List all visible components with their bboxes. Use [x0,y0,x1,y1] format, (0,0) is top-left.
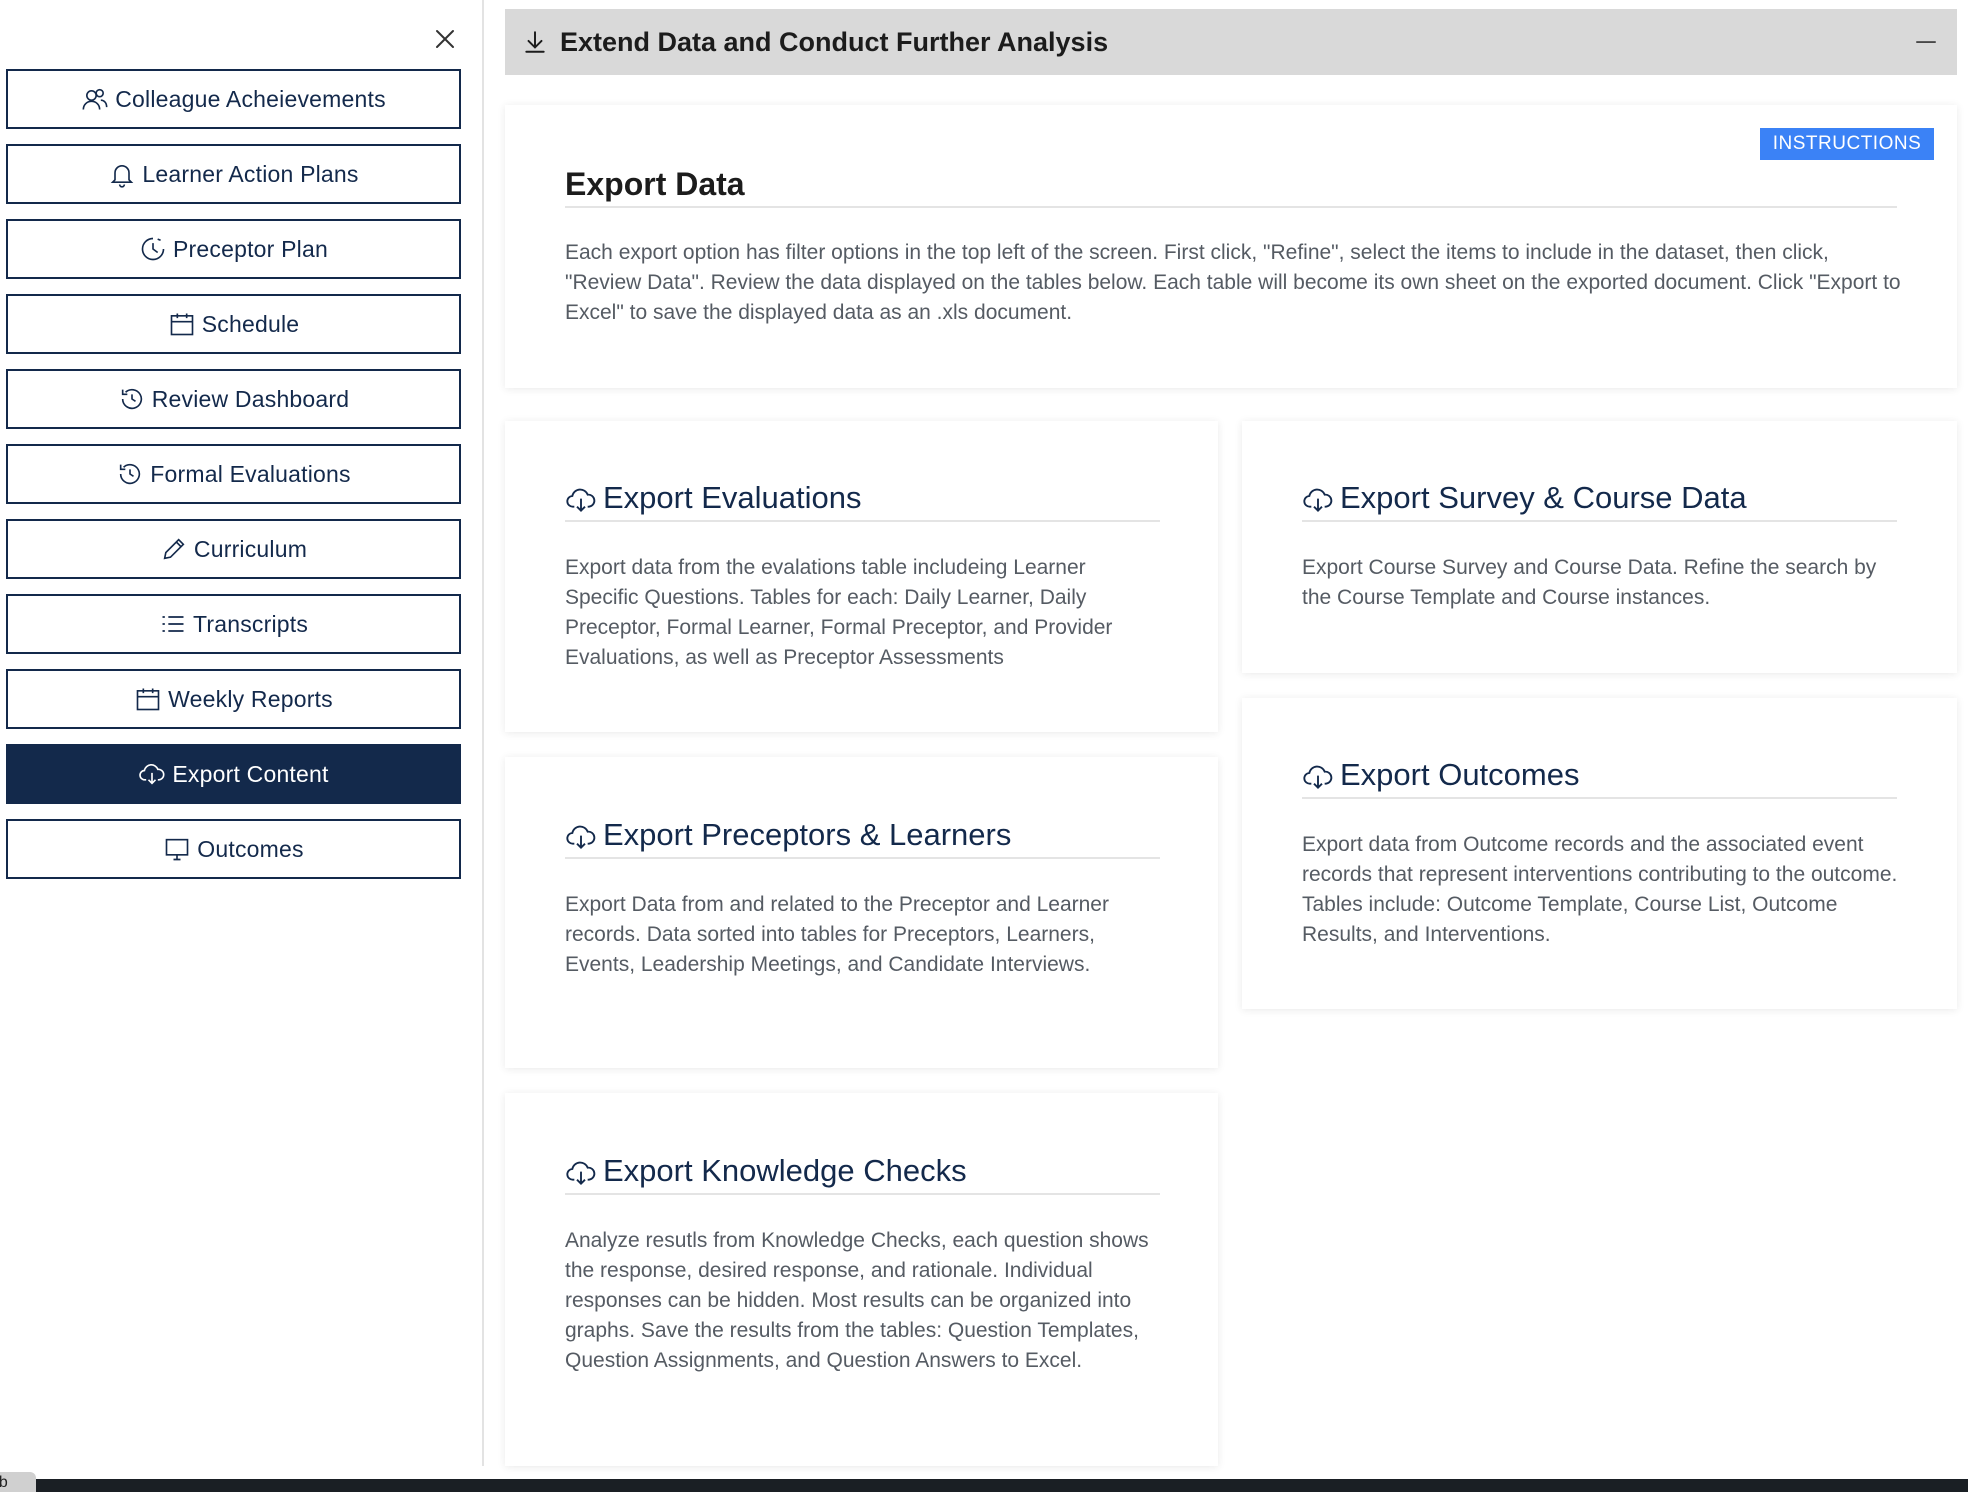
card-divider [1302,797,1897,799]
calendar-icon [136,688,160,711]
sidebar-item-label: Schedule [201,310,300,337]
export-data-title: Export Data [565,166,745,202]
export-survey-description: Export Course Survey and Course Data. Re… [1302,556,1877,609]
sidebar-item-learner-action-plans[interactable]: Learner Action Plans [6,144,461,204]
pencil-icon [163,538,185,560]
export-preceptors-description: Export Data from and related to the Prec… [565,893,1109,976]
calendar-icon [170,313,194,336]
sidebar-item-transcripts[interactable]: Transcripts [6,594,461,654]
app-root: Colleague Acheievements Learner Action P… [0,0,1968,1492]
sidebar-item-schedule[interactable]: Schedule [6,294,461,354]
sidebar-item-weekly-reports[interactable]: Weekly Reports [6,669,461,729]
export-outcomes-title[interactable]: Export Outcomes [1302,757,1579,793]
sidebar-item-label: Transcripts [192,610,309,637]
card-title-text: Export Survey & Course Data [1340,480,1747,515]
cloud-download-icon [139,764,165,785]
close-sidebar-button[interactable] [428,22,462,56]
download-icon [525,31,545,53]
export-knowledge-description: Analyze resutls from Knowledge Checks, e… [565,1229,1149,1372]
export-evaluations-title[interactable]: Export Evaluations [565,480,861,516]
cloud-download-icon [1303,488,1333,512]
export-outcomes-description: Export data from Outcome records and the… [1302,833,1898,946]
card-title-text: Export Knowledge Checks [603,1153,967,1188]
sidebar-item-label: Export Content [172,760,329,787]
sidebar-item-label: Weekly Reports [168,685,333,712]
section-title: Extend Data and Conduct Further Analysis [560,26,1109,57]
sidebar-nav: Colleague Acheievements Learner Action P… [6,69,461,894]
footer-tab[interactable]: ab [0,1472,36,1492]
sidebar-item-review-dashboard[interactable]: Review Dashboard [6,369,461,429]
export-survey-card[interactable] [1242,421,1957,673]
footer-bar [0,1479,1968,1492]
users-icon [82,88,108,110]
card-divider [565,520,1160,522]
export-data-divider [565,206,1897,208]
collapse-icon[interactable] [1913,29,1939,55]
sidebar-item-label: Outcomes [197,835,304,862]
export-evaluations-description: Export data from the evalations table in… [565,556,1113,669]
sidebar-item-label: Curriculum [193,535,308,562]
card-title-text: Export Outcomes [1340,757,1580,792]
export-knowledge-title[interactable]: Export Knowledge Checks [565,1153,967,1189]
clock-icon [141,237,165,261]
history-icon [120,463,141,485]
sidebar-item-colleague-achievements[interactable]: Colleague Acheievements [6,69,461,129]
export-preceptors-title[interactable]: Export Preceptors & Learners [565,817,1011,853]
card-title-text: Export Preceptors & Learners [603,817,1012,852]
history-icon [121,388,142,410]
instructions-button[interactable]: INSTRUCTIONS [1760,128,1934,160]
sidebar: Colleague Acheievements Learner Action P… [0,0,484,1466]
sidebar-item-preceptor-plan[interactable]: Preceptor Plan [6,219,461,279]
cloud-download-icon [566,488,596,512]
sidebar-item-formal-evaluations[interactable]: Formal Evaluations [6,444,461,504]
sidebar-item-label: Preceptor Plan [173,235,328,262]
export-survey-title[interactable]: Export Survey & Course Data [1302,480,1747,516]
card-divider [565,857,1160,859]
cloud-download-icon [566,825,596,849]
sidebar-item-outcomes[interactable]: Outcomes [6,819,461,879]
sidebar-item-export-content[interactable]: Export Content [6,744,461,804]
bell-icon [111,165,134,188]
export-data-description: Each export option has filter options in… [565,241,1901,324]
sidebar-item-label: Review Dashboard [151,385,350,412]
list-icon [162,616,184,632]
card-title-text: Export Evaluations [603,480,862,515]
sidebar-item-curriculum[interactable]: Curriculum [6,519,461,579]
card-divider [565,1193,1160,1195]
card-divider [1302,520,1897,522]
monitor-icon [165,838,189,861]
sidebar-item-label: Colleague Acheievements [115,85,386,112]
close-icon [436,30,454,48]
sidebar-item-label: Formal Evaluations [150,460,351,487]
cloud-download-icon [1303,765,1333,789]
section-header[interactable]: Extend Data and Conduct Further Analysis [505,9,1957,75]
sidebar-item-label: Learner Action Plans [142,160,359,187]
cloud-download-icon [566,1161,596,1185]
